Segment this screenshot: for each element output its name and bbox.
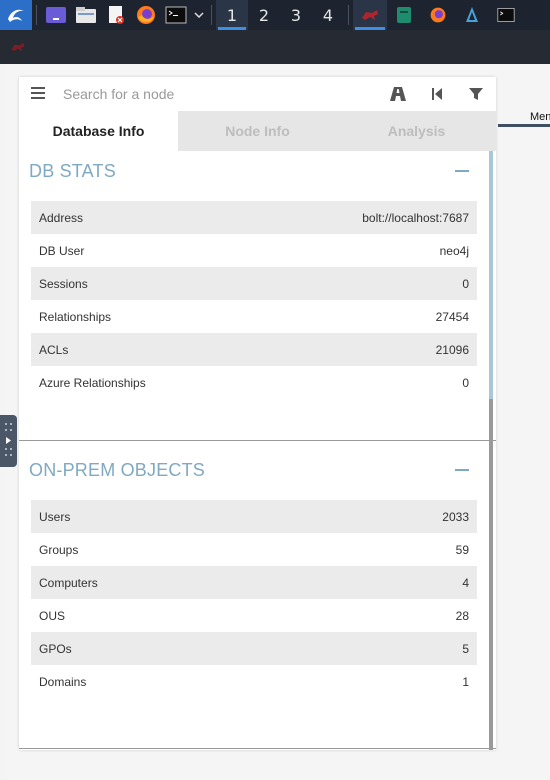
back-icon[interactable] [428, 85, 446, 103]
stat-value: 21096 [435, 342, 469, 357]
window-titlebar [0, 30, 550, 64]
stat-value: 27454 [435, 309, 469, 324]
filter-icon[interactable] [467, 85, 485, 103]
collapse-icon[interactable] [455, 469, 469, 471]
object-label: GPOs [39, 641, 72, 656]
db-stats-section: DB STATS Address bolt://localhost:7687 DB… [19, 151, 489, 440]
workspace-4-button[interactable]: 4 [312, 0, 344, 30]
stat-value: 0 [462, 375, 469, 390]
object-label: Groups [39, 542, 79, 557]
sidebar-drag-handle[interactable] [0, 415, 17, 467]
tab-node-info[interactable]: Node Info [178, 111, 337, 151]
collapse-icon[interactable] [455, 170, 469, 172]
object-row-groups: Groups 59 [31, 533, 477, 566]
database-info-panel: Database Info Node Info Analysis DB STAT… [19, 77, 496, 750]
pathfinding-icon[interactable] [389, 85, 407, 103]
on-prem-objects-section: ON-PREM OBJECTS Users 2033 Groups 59 Compu… [19, 450, 489, 748]
expand-arrow-icon [6, 437, 11, 444]
object-row-ous: OUS 28 [31, 599, 477, 632]
object-row-computers: Computers 4 [31, 566, 477, 599]
on-prem-objects-header[interactable]: ON-PREM OBJECTS [19, 450, 489, 490]
object-count: 28 [455, 608, 469, 623]
object-label: Computers [39, 575, 98, 590]
workspace-2-button[interactable]: 2 [248, 0, 280, 30]
graph-node-label[interactable]: Men [530, 111, 550, 123]
hamburger-menu-icon[interactable] [31, 86, 45, 100]
stat-row-address: Address bolt://localhost:7687 [31, 201, 477, 234]
search-bar [19, 77, 496, 111]
terminal-task-icon[interactable] [489, 0, 523, 30]
bloodhound-task-icon[interactable] [353, 0, 387, 30]
stat-label: DB User [39, 243, 85, 258]
kali-menu-icon[interactable] [0, 0, 32, 30]
object-count: 4 [462, 575, 469, 590]
bloodhound-logo-icon [11, 43, 25, 51]
taskbar-separator [36, 5, 37, 25]
section-divider [19, 440, 496, 441]
scrollbar-thumb[interactable] [489, 151, 493, 399]
stat-value: bolt://localhost:7687 [362, 210, 469, 225]
workspace-3-button[interactable]: 3 [280, 0, 312, 30]
terminal-icon[interactable] [161, 0, 191, 30]
desktop-icon[interactable] [41, 0, 71, 30]
chevron-down-icon[interactable] [191, 0, 207, 30]
tab-analysis[interactable]: Analysis [337, 111, 496, 151]
db-stats-table: Address bolt://localhost:7687 DB User neo4… [31, 201, 477, 399]
stat-label: Azure Relationships [39, 375, 146, 390]
firefox-task-icon[interactable] [421, 0, 455, 30]
search-input[interactable] [63, 83, 363, 105]
db-stats-header[interactable]: DB STATS [19, 151, 489, 191]
object-count: 59 [455, 542, 469, 557]
object-count: 5 [462, 641, 469, 656]
section-divider [19, 748, 496, 749]
scrollbar-rail [489, 399, 493, 750]
object-count: 2033 [442, 509, 469, 524]
tab-database-info[interactable]: Database Info [19, 111, 178, 151]
text-editor-icon[interactable] [101, 0, 131, 30]
stat-label: ACLs [39, 342, 69, 357]
stat-label: Relationships [39, 309, 112, 324]
stat-value: 0 [462, 276, 469, 291]
stat-label: Sessions [39, 276, 88, 291]
taskbar: 1 2 3 4 [0, 0, 550, 30]
panel-content: DB STATS Address bolt://localhost:7687 DB… [19, 151, 496, 750]
stat-value: neo4j [439, 243, 469, 258]
taskbar-separator [211, 5, 212, 25]
notes-task-icon[interactable] [387, 0, 421, 30]
object-label: Users [39, 509, 71, 524]
stat-label: Address [39, 210, 84, 225]
stat-row-acls: ACLs 21096 [31, 333, 477, 366]
tab-bar: Database Info Node Info Analysis [19, 111, 496, 151]
on-prem-objects-table: Users 2033 Groups 59 Computers 4 OUS 28 GPOs… [31, 500, 477, 698]
stat-row-relationships: Relationships 27454 [31, 300, 477, 333]
firefox-icon[interactable] [131, 0, 161, 30]
section-title: ON-PREM OBJECTS [29, 459, 206, 480]
section-title: DB STATS [29, 160, 116, 181]
object-row-users: Users 2033 [31, 500, 477, 533]
tool-task-icon[interactable] [455, 0, 489, 30]
object-count: 1 [462, 674, 469, 689]
stat-row-db-user: DB User neo4j [31, 234, 477, 267]
taskbar-separator [348, 5, 349, 25]
stat-row-sessions: Sessions 0 [31, 267, 477, 300]
object-label: Domains [39, 674, 87, 689]
workspace-1-button[interactable]: 1 [216, 0, 248, 30]
file-manager-icon[interactable] [71, 0, 101, 30]
object-label: OUS [39, 608, 66, 623]
graph-edge [498, 124, 550, 127]
object-row-domains: Domains 1 [31, 665, 477, 698]
object-row-gpos: GPOs 5 [31, 632, 477, 665]
stat-row-azure-relationships: Azure Relationships 0 [31, 366, 477, 399]
